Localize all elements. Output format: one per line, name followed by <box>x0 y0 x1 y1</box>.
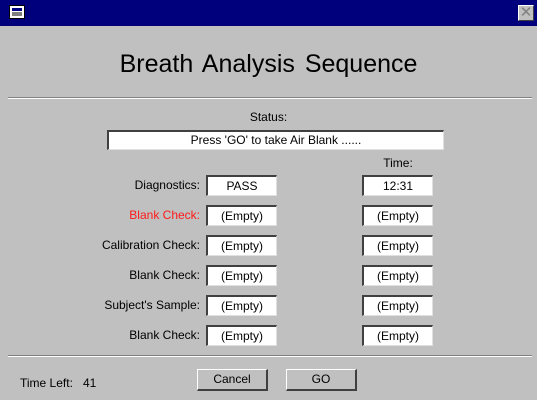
row-label-diagnostics: Diagnostics: <box>134 178 200 192</box>
time-header: Time: <box>383 156 413 170</box>
time-field-blank-check-3: (Empty) <box>362 325 433 346</box>
page-title: Breath Analysis Sequence <box>119 50 418 78</box>
status-field: Press 'GO' to take Air Blank ...... <box>107 130 444 150</box>
close-icon[interactable]: ✕ <box>518 5 534 21</box>
result-field-diagnostics: PASS <box>206 175 277 196</box>
go-button[interactable]: GO <box>286 369 357 391</box>
time-field-blank-check-2: (Empty) <box>362 265 433 286</box>
cancel-button[interactable]: Cancel <box>197 369 268 391</box>
time-left-label: Time Left: <box>20 376 73 390</box>
time-field-diagnostics: 12:31 <box>362 175 433 196</box>
row-label-blank-check-1: Blank Check: <box>129 208 200 222</box>
result-field-blank-check-3: (Empty) <box>206 325 277 346</box>
result-field-blank-check-2: (Empty) <box>206 265 277 286</box>
time-left-value: 41 <box>83 376 97 390</box>
time-field-calibration-check: (Empty) <box>362 235 433 256</box>
row-label-blank-check-3: Blank Check: <box>129 328 200 342</box>
time-field-subject-sample: (Empty) <box>362 295 433 316</box>
time-field-blank-check-1: (Empty) <box>362 205 433 226</box>
row-label-calibration-check: Calibration Check: <box>101 238 200 252</box>
system-menu-icon[interactable] <box>9 5 25 19</box>
result-field-subject-sample: (Empty) <box>206 295 277 316</box>
top-divider <box>8 97 532 99</box>
status-label: Status: <box>249 110 288 124</box>
result-field-calibration-check: (Empty) <box>206 235 277 256</box>
result-field-blank-check-1: (Empty) <box>206 205 277 226</box>
row-label-blank-check-2: Blank Check: <box>129 268 200 282</box>
bottom-divider <box>8 355 532 357</box>
row-label-subject-sample: Subject's Sample: <box>104 298 200 312</box>
title-bar[interactable]: ✕ <box>0 0 537 26</box>
